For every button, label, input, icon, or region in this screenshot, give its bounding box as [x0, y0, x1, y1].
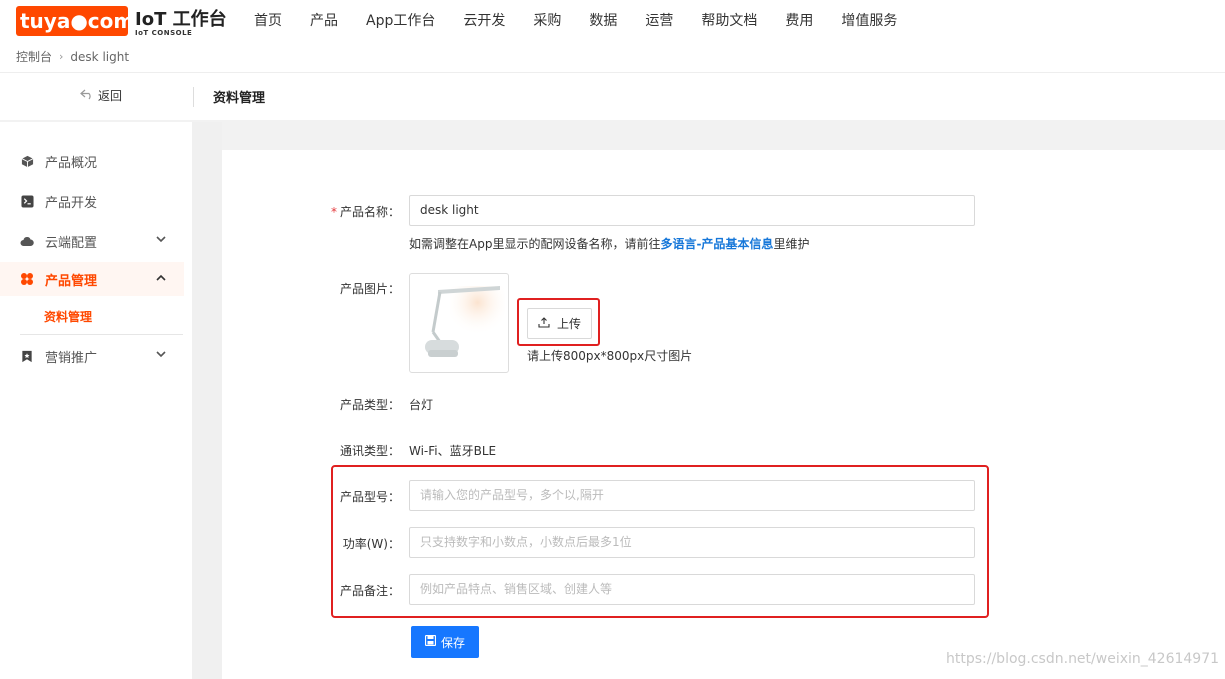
product-image-thumbnail[interactable]: [409, 273, 509, 373]
sidebar-subitem-profile-management[interactable]: 资料管理: [44, 308, 92, 325]
divider: [193, 87, 194, 107]
save-label: 保存: [440, 635, 465, 650]
required-mark: *: [330, 205, 337, 219]
product-type-value: 台灯: [409, 398, 434, 412]
sidebar-item-label: 产品概况: [45, 155, 98, 171]
nav-item-app-workbench[interactable]: App工作台: [366, 10, 435, 30]
sidebar-item-cloud-config[interactable]: 云端配置: [0, 224, 184, 258]
product-model-label: 产品型号：: [339, 490, 400, 504]
sub-header: 返回 资料管理: [0, 72, 1225, 120]
nav-item-docs[interactable]: 帮助文档: [701, 10, 757, 30]
main-nav: 首页 产品 App工作台 云开发 采购 数据 运营 帮助文档 费用 增值服务: [240, 10, 911, 30]
sidebar-item-label: 产品开发: [45, 195, 98, 211]
tuya-logo[interactable]: tuya●com: [16, 6, 134, 36]
content-gutter: [192, 122, 222, 679]
cube-icon: [20, 154, 34, 168]
terminal-icon: [20, 194, 34, 208]
nav-item-product[interactable]: 产品: [310, 10, 338, 30]
page-title: 资料管理: [213, 91, 266, 106]
product-name-hint: 如需调整在App里显示的配网设备名称，请前往多语言-产品基本信息里维护: [409, 237, 810, 251]
top-header: tuya●com IoT 工作台 IoT CONSOLE 首页 产品 App工作…: [0, 0, 1225, 72]
bookmark-star-icon: [20, 349, 34, 363]
sidebar-item-label: 营销推广: [45, 350, 98, 366]
comm-type-label: 通讯类型：: [339, 444, 400, 458]
cloud-icon: [20, 234, 34, 248]
upload-hint: 请上传800px*800px尺寸图片: [527, 349, 693, 363]
product-name-input[interactable]: desk light: [409, 195, 975, 226]
nav-item-home[interactable]: 首页: [254, 10, 282, 30]
sidebar-item-overview[interactable]: 产品概况: [0, 144, 184, 178]
nav-item-value-added[interactable]: 增值服务: [841, 10, 897, 30]
sidebar-item-label: 产品管理: [45, 273, 98, 289]
grid-flower-icon: [20, 272, 34, 286]
sidebar-item-product-management[interactable]: 产品管理: [0, 262, 184, 296]
nav-item-fees[interactable]: 费用: [785, 10, 813, 30]
nav-item-data[interactable]: 数据: [589, 10, 617, 30]
nav-item-cloud-dev[interactable]: 云开发: [463, 10, 505, 30]
upload-icon: [538, 316, 550, 331]
multilanguage-link[interactable]: 多语言-产品基本信息: [660, 237, 773, 251]
nav-item-operation[interactable]: 运营: [645, 10, 673, 30]
console-subtitle: IoT CONSOLE: [135, 29, 193, 37]
product-model-input[interactable]: 请输入您的产品型号，多个以,隔开: [409, 480, 975, 511]
product-note-input[interactable]: 例如产品特点、销售区域、创建人等: [409, 574, 975, 605]
upload-button[interactable]: 上传: [527, 308, 592, 339]
chevron-up-icon: [156, 271, 166, 284]
chevron-down-icon: [156, 233, 166, 246]
back-button[interactable]: 返回: [80, 87, 122, 104]
sidebar-item-marketing[interactable]: 营销推广: [0, 339, 184, 373]
nav-item-purchase[interactable]: 采购: [533, 10, 561, 30]
power-input[interactable]: 只支持数字和小数点，小数点后最多1位: [409, 527, 975, 558]
sidebar-item-label: 云端配置: [45, 235, 98, 251]
save-button[interactable]: 保存: [411, 626, 479, 658]
sidebar: 产品概况 产品开发 云端配置 产品管理 资料管理 营销推广: [0, 122, 192, 679]
breadcrumb-console[interactable]: 控制台: [16, 48, 52, 65]
console-title: IoT 工作台: [135, 9, 227, 30]
breadcrumb: 控制台 › desk light: [16, 48, 129, 65]
product-name-label: * 产品名称：: [330, 205, 400, 219]
upload-label: 上传: [556, 317, 581, 331]
desk-lamp-image: [425, 286, 505, 357]
chevron-down-icon: [156, 348, 166, 361]
product-type-label: 产品类型：: [339, 398, 400, 412]
save-disk-icon: [424, 634, 437, 649]
chevron-right-icon: ›: [59, 50, 64, 63]
csdn-watermark: https://blog.csdn.net/weixin_42614971: [946, 651, 1220, 667]
breadcrumb-product: desk light: [70, 49, 130, 64]
back-label: 返回: [98, 89, 123, 103]
comm-type-value: Wi-Fi、蓝牙BLE: [409, 444, 497, 458]
power-label: 功率(W)：: [342, 537, 400, 551]
back-arrow-icon: [80, 88, 94, 104]
product-image-label: 产品图片：: [339, 282, 400, 296]
product-note-label: 产品备注：: [339, 584, 400, 598]
sidebar-item-development[interactable]: 产品开发: [0, 184, 184, 218]
sidebar-divider: [20, 334, 183, 335]
